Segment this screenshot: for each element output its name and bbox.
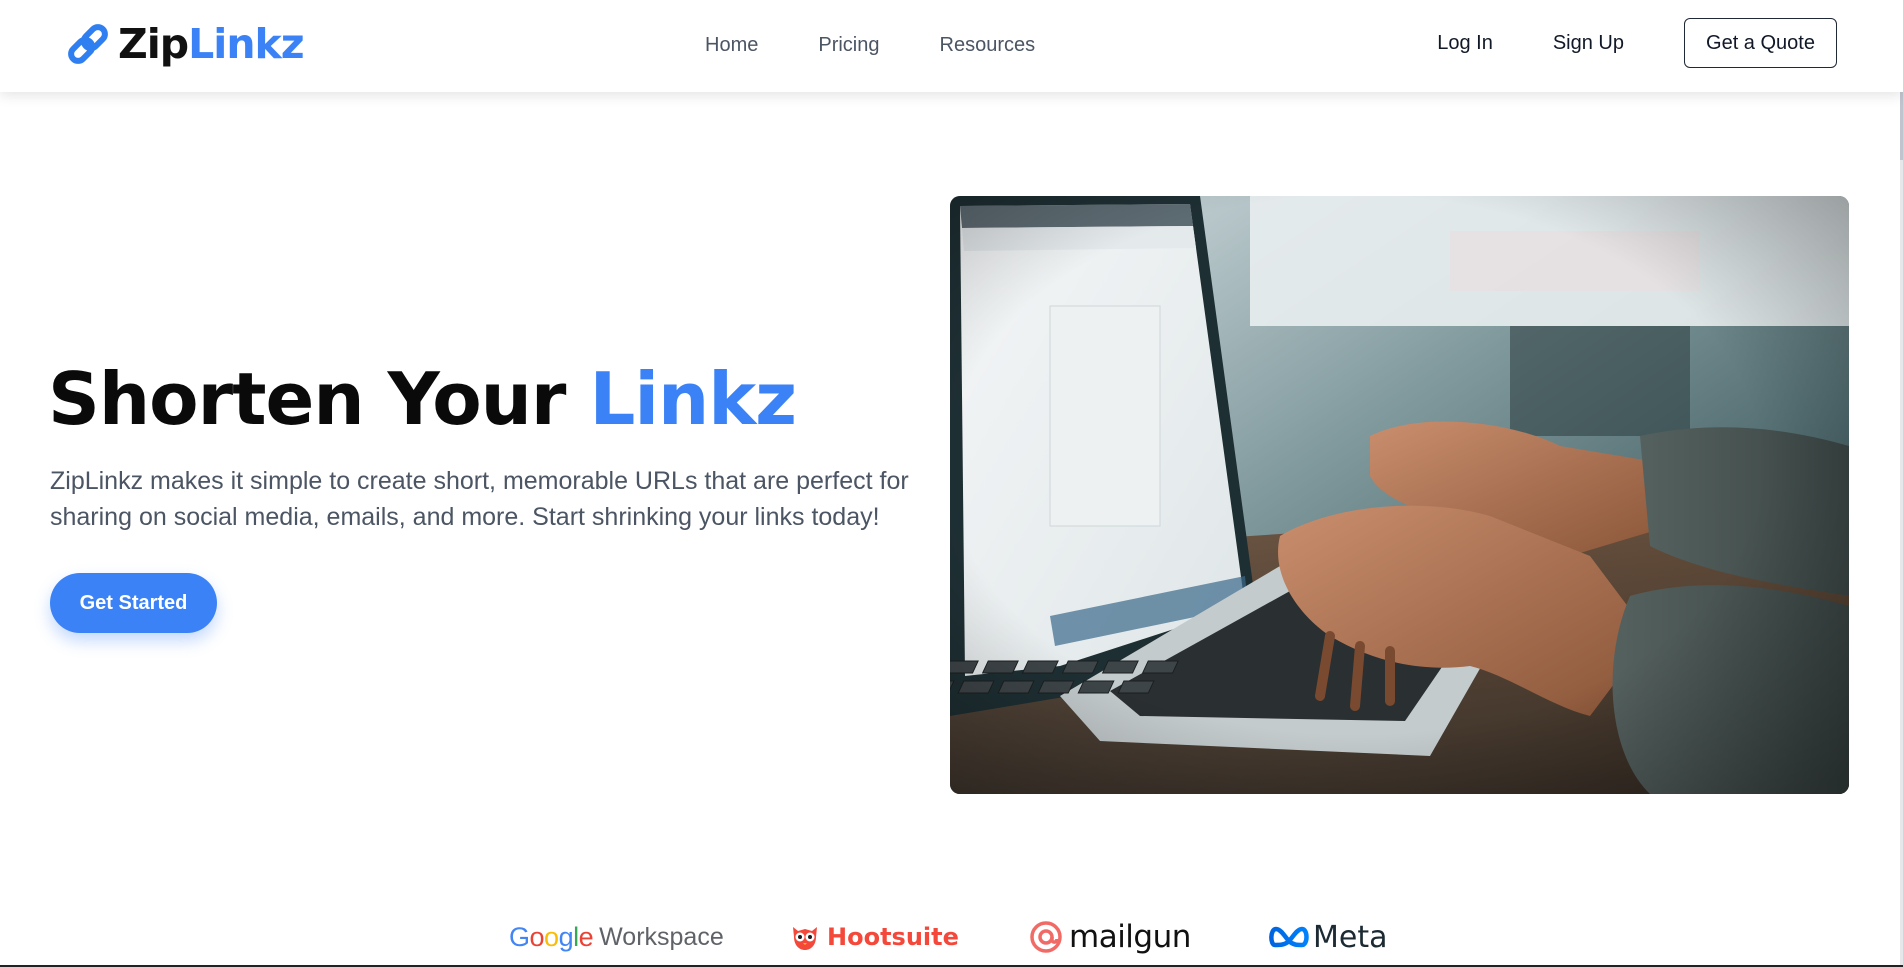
site-header: ZipLinkz Home Pricing Resources Log In S… xyxy=(0,0,1903,92)
get-quote-button[interactable]: Get a Quote xyxy=(1684,18,1837,68)
mailgun-text: mailgun xyxy=(1069,919,1191,955)
nav-item-home[interactable]: Home xyxy=(705,31,758,59)
nav-item-resources[interactable]: Resources xyxy=(940,31,1036,59)
at-sign-icon xyxy=(1030,921,1062,953)
partner-logos: Google Workspace Hootsuite mailgun Meta xyxy=(0,912,1903,962)
google-letter: g xyxy=(558,921,574,952)
get-started-button[interactable]: Get Started xyxy=(50,573,217,633)
google-letter: e xyxy=(578,921,594,952)
meta-text: Meta xyxy=(1313,919,1388,955)
hero-description: ZipLinkz makes it simple to create short… xyxy=(50,467,909,531)
hero-title-text: Shorten Your xyxy=(48,357,590,441)
auth-actions: Log In Sign Up Get a Quote xyxy=(1437,18,1837,68)
hero-title: Shorten Your Linkz xyxy=(48,355,797,443)
brand-name-part1: Zip xyxy=(118,20,189,68)
partner-mailgun: mailgun xyxy=(1029,912,1191,962)
google-letter: o xyxy=(529,921,545,952)
nav-item-pricing[interactable]: Pricing xyxy=(818,31,879,59)
signup-link[interactable]: Sign Up xyxy=(1553,29,1624,57)
google-logo-text: Google xyxy=(509,921,594,953)
brand-name: ZipLinkz xyxy=(118,20,305,68)
brand-logo[interactable]: ZipLinkz xyxy=(64,20,305,68)
partner-google-workspace: Google Workspace xyxy=(509,912,724,962)
hero-title-accent: Linkz xyxy=(589,357,797,441)
main-nav: Home Pricing Resources xyxy=(705,31,1035,59)
brand-name-part2: Linkz xyxy=(188,20,304,68)
workspace-text: Workspace xyxy=(599,922,724,951)
login-link[interactable]: Log In xyxy=(1437,29,1493,57)
hootsuite-text: Hootsuite xyxy=(827,923,959,951)
hero-image xyxy=(950,196,1849,794)
partner-meta: Meta xyxy=(1269,912,1388,962)
partner-hootsuite: Hootsuite xyxy=(789,912,959,962)
link-chain-icon xyxy=(68,24,108,64)
google-letter: G xyxy=(509,921,530,952)
owl-icon xyxy=(793,927,817,950)
infinity-icon xyxy=(1269,926,1309,948)
laptop-typing-illustration xyxy=(950,196,1849,794)
google-letter: o xyxy=(544,921,559,952)
